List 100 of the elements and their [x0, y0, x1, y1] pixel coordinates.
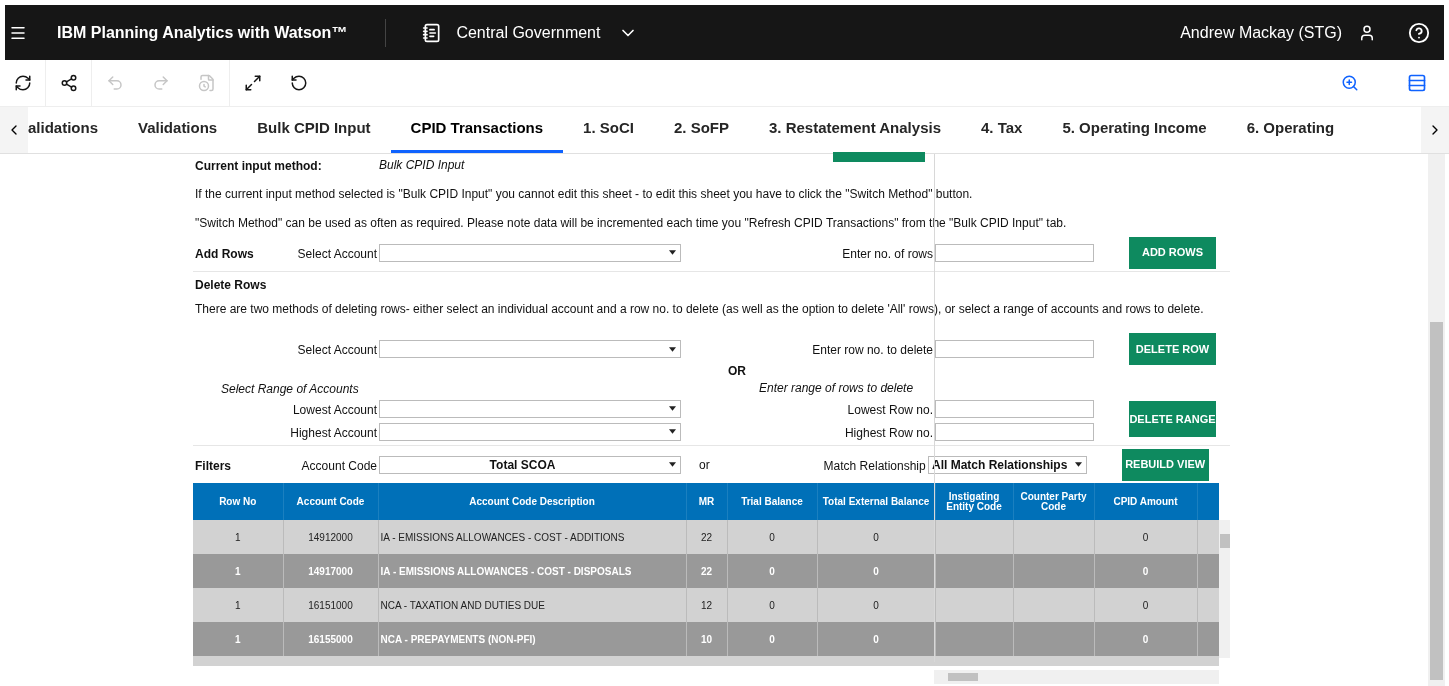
reset-icon[interactable]: [290, 74, 308, 92]
table-cell: IA - EMISSIONS ALLOWANCES - COST - ADDITIONS: [380, 531, 625, 543]
dropdown-field[interactable]: Total SCOA: [379, 455, 681, 474]
table-cell: 22: [700, 565, 713, 577]
column-header: Account Code: [296, 495, 365, 507]
scrollbar[interactable]: [1219, 520, 1230, 658]
table-cell: 0: [1142, 565, 1149, 577]
column-header: Trial Balance: [741, 495, 803, 507]
field-label: Lowest Account: [292, 402, 377, 417]
table-cell: 12: [700, 599, 713, 611]
input-field[interactable]: [935, 422, 1094, 441]
table-cell: 0: [873, 531, 879, 543]
field-label: Filters: [195, 458, 231, 473]
dropdown-field[interactable]: [379, 243, 681, 262]
dropdown-arrow-icon: [669, 462, 676, 467]
dropdown-field[interactable]: [379, 399, 681, 418]
column-header: Counter Party Code: [1020, 490, 1087, 512]
table-cell: 14912000: [308, 531, 353, 543]
table-cell: 16151000: [308, 599, 353, 611]
action-button[interactable]: REBUILD VIEW: [1121, 448, 1209, 481]
or-label: OR: [728, 363, 746, 380]
input-field[interactable]: [935, 340, 1094, 358]
table-cell: 10: [700, 633, 713, 645]
field-label: Select Account: [297, 246, 377, 261]
dropdown-arrow-icon: [669, 250, 676, 255]
dropdown-field[interactable]: [379, 422, 681, 441]
sheet-tab[interactable]: CPID Transactions: [390, 107, 564, 153]
table-cell: 1: [234, 531, 241, 543]
column-header: Account Code Description: [469, 495, 595, 507]
table-cell: 14917000: [308, 565, 353, 577]
method-value: Bulk CPID Input: [379, 157, 465, 174]
table-cell: 0: [1142, 599, 1149, 611]
action-button[interactable]: DELETE RANGE: [1129, 401, 1216, 437]
field-label: Enter range of rows to delete: [759, 380, 914, 397]
field-label: Lowest Row no.: [847, 402, 933, 417]
column-header: Row No: [219, 495, 257, 507]
dropdown-arrow-icon: [669, 406, 676, 411]
column-header: Instigating Entity Code: [946, 490, 1002, 512]
user-icon[interactable]: [1358, 23, 1376, 42]
action-button[interactable]: ADD ROWS: [1129, 236, 1216, 269]
section-title: Delete Rows: [195, 278, 267, 292]
table-cell: 1: [234, 565, 241, 577]
table-cell: NCA - PREPAYMENTS (NON-PFI): [380, 633, 536, 645]
user-name: Andrew Mackay (STG): [1180, 22, 1342, 43]
scrollbar[interactable]: [1428, 154, 1445, 686]
sheet-tab[interactable]: 1. SoCI: [563, 107, 654, 153]
input-field[interactable]: [935, 399, 1094, 418]
instruction-text: There are two methods of deleting rows- either select an individual account and a row no. to delete (as well as the option to delete 'All' rows), or select a range of accounts and rows to delete.: [194, 301, 1205, 317]
refresh-icon[interactable]: [13, 74, 32, 92]
table-cell: 0: [873, 633, 879, 645]
table-cell: 22: [700, 531, 713, 543]
scrollbar[interactable]: [934, 670, 1219, 684]
sheet-tab[interactable]: Validations: [118, 107, 238, 153]
sheet-tab[interactable]: 6. Operating: [1226, 107, 1355, 153]
sheet-tab[interactable]: Bulk CPID Input: [237, 107, 391, 153]
field-label: Current input method:: [195, 159, 322, 173]
sheet-tab[interactable]: 5. Operating Income: [1042, 107, 1227, 153]
table-cell: 0: [769, 531, 775, 543]
instruction-text: If the current input method selected is "Bulk CPID Input" you cannot edit this sheet - to edit this sheet you have to click the "Switch Method" button.: [194, 186, 974, 203]
field-label: Highest Row no.: [844, 425, 933, 440]
share-icon[interactable]: [59, 74, 78, 92]
field-label: Match Relationship: [823, 458, 926, 473]
notebook-icon: [422, 22, 443, 43]
zoom-in-icon[interactable]: [1341, 74, 1359, 92]
table-cell: 0: [873, 565, 879, 577]
table-cell: 0: [873, 599, 879, 611]
input-field[interactable]: [935, 243, 1094, 262]
layout-icon[interactable]: [1407, 73, 1427, 93]
table-cell: 1: [234, 599, 241, 611]
sheet-tab[interactable]: 3. Restatement Analysis: [748, 107, 961, 153]
table-cell: 0: [769, 633, 775, 645]
dropdown-field[interactable]: [379, 340, 681, 358]
table-cell: NCA - TAXATION AND DUTIES DUE: [380, 599, 545, 611]
field-label: Select Range of Accounts: [221, 382, 359, 396]
table-cell: 0: [769, 565, 775, 577]
workbook-selector[interactable]: Central Government: [456, 20, 639, 45]
dropdown-arrow-icon: [1074, 462, 1082, 467]
dropdown-arrow-icon: [669, 346, 676, 352]
table-cell: IA - EMISSIONS ALLOWANCES - COST - DISPOSALS: [380, 565, 632, 577]
or-label: or: [699, 456, 710, 474]
table-cell: 1: [234, 633, 241, 645]
sheet-tab[interactable]: 4. Tax: [961, 107, 1043, 153]
field-label: Enter no. of rows: [842, 246, 933, 261]
instruction-text: "Switch Method" can be used as often as required. Please note data will be incremented each time you "Refresh CPID Transactions" from the "Bulk CPID Input" tab.: [194, 215, 1068, 232]
field-label: Enter row no. to delete: [812, 343, 933, 357]
field-label: Account Code: [301, 458, 377, 473]
app-title: IBM Planning Analytics with Watson™: [57, 22, 348, 43]
help-icon[interactable]: [1408, 21, 1430, 44]
field-label: Add Rows: [195, 246, 254, 261]
column-header: MR: [698, 495, 715, 507]
action-button[interactable]: DELETE ROW: [1129, 333, 1216, 365]
column-header: Total External Balance: [822, 495, 930, 507]
sheet-tab[interactable]: alidations: [28, 107, 118, 153]
dropdown-arrow-icon: [669, 429, 676, 434]
expand-icon[interactable]: [244, 74, 262, 92]
sheet-tab[interactable]: 2. SoFP: [653, 107, 749, 153]
table-cell: 0: [1142, 531, 1149, 543]
field-label: Select Account: [297, 343, 377, 357]
table-cell: 0: [1142, 633, 1149, 645]
field-label: Highest Account: [290, 425, 377, 440]
